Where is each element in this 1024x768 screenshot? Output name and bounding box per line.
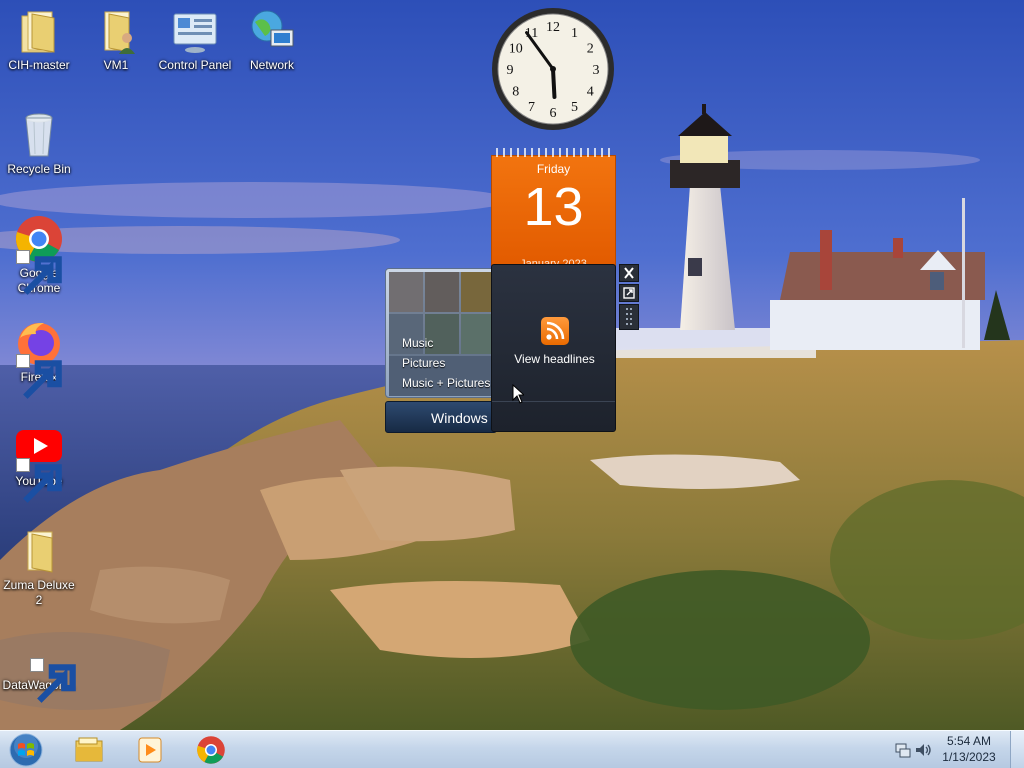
desktop-icon-label: VM1	[103, 58, 129, 72]
media-player-icon	[138, 737, 162, 763]
clock-hour-hand	[551, 67, 557, 99]
media-menu: Music Pictures Music + Pictures	[402, 333, 490, 393]
control-panel-icon	[173, 13, 217, 53]
view-headlines-link[interactable]: View headlines	[492, 352, 617, 366]
calendar-page: Friday 13 January 2023	[491, 155, 616, 270]
media-brand: Windows	[385, 401, 497, 433]
clock-numeral: 8	[512, 85, 519, 100]
desktop-icon-recycle-bin[interactable]: Recycle Bin	[1, 110, 77, 177]
clock-numeral: 3	[593, 63, 600, 78]
resize-icon	[623, 287, 635, 299]
taskbar-media-player[interactable]	[123, 733, 177, 767]
desktop-icon-label: Recycle Bin	[7, 162, 71, 176]
desktop-icon-zuma-deluxe-2[interactable]: Zuma Deluxe 2	[1, 526, 77, 608]
taskbar: 5:54 AM 1/13/2023	[0, 730, 1024, 768]
network-icon	[251, 10, 294, 47]
mouse-cursor-icon	[512, 384, 524, 404]
system-tray: 5:54 AM 1/13/2023	[884, 731, 1024, 768]
desktop-icon-datawagon[interactable]: DataWagon...	[0, 640, 78, 703]
media-menu-pictures[interactable]: Pictures	[402, 353, 490, 373]
shortcut-arrow-icon	[16, 458, 62, 503]
taskbar-file-explorer[interactable]	[62, 733, 116, 767]
gadget-size-button[interactable]	[619, 284, 639, 302]
desktop-icon-youtube[interactable]: YouTube	[1, 422, 77, 503]
chrome-icon	[197, 736, 225, 764]
clock-numeral: 5	[571, 100, 578, 115]
clock-numeral: 2	[587, 42, 594, 57]
gadget-close-button[interactable]	[619, 264, 639, 282]
calendar-rings	[491, 145, 616, 159]
feed-headlines-gadget[interactable]: View headlines	[491, 264, 616, 432]
desktop-icon-vm1[interactable]: VM1	[78, 6, 154, 73]
gadget-drag-handle[interactable]	[619, 304, 639, 330]
start-button[interactable]	[4, 732, 48, 768]
media-menu-music-pictures[interactable]: Music + Pictures	[402, 373, 490, 393]
clock-date[interactable]: 1/13/2023	[934, 750, 1004, 764]
clock-face: 12 1234567891011	[492, 8, 614, 130]
recycle-bin-icon	[25, 113, 53, 157]
desktop-icon-firefox[interactable]: Firefox	[1, 318, 77, 399]
clock-numeral: 1	[571, 26, 578, 41]
clock-numeral: 6	[550, 106, 557, 121]
desktop-icon-label: CIH-master	[8, 58, 70, 72]
clock-gadget[interactable]: 12 1 2 3 4 5 6 7 8 9 10 11	[490, 6, 616, 132]
close-icon	[624, 267, 634, 279]
desktop-icon-control-panel[interactable]: Control Panel	[155, 6, 235, 73]
media-center-gadget[interactable]: Music Pictures Music + Pictures Windows	[385, 268, 497, 434]
show-desktop-button[interactable]	[1010, 731, 1024, 768]
clock-numeral: 4	[587, 85, 594, 100]
desktop-icon-label: Network	[249, 58, 294, 72]
clock-numeral: 10	[509, 42, 523, 57]
grip-icon	[626, 308, 632, 325]
desktop-icon-network[interactable]: Network	[234, 6, 310, 73]
shortcut-icon	[30, 658, 76, 703]
clock-numeral: 9	[507, 63, 514, 78]
desktop-icon-label: Zuma Deluxe 2	[3, 578, 75, 607]
shortcut-arrow-icon	[16, 250, 62, 295]
rss-icon	[541, 317, 569, 345]
clock-numeral: 12	[546, 20, 560, 35]
clock-numeral: 7	[528, 100, 535, 115]
calendar-gadget[interactable]: Friday 13 January 2023	[491, 145, 616, 270]
clock-time[interactable]: 5:54 AM	[940, 734, 998, 748]
media-panel: Music Pictures Music + Pictures	[385, 268, 497, 398]
desktop-icon-label: Control Panel	[158, 58, 232, 72]
desktop-icon-cih-master[interactable]: CIH-master	[1, 6, 77, 73]
folder-icon	[27, 531, 53, 573]
file-explorer-icon	[75, 737, 103, 762]
desktop-icon-google-chrome[interactable]: Google Chrome	[1, 214, 77, 296]
volume-icon[interactable]	[914, 741, 932, 759]
windows-orb-icon	[9, 733, 43, 767]
network-tray-icon[interactable]	[894, 741, 912, 759]
taskbar-google-chrome[interactable]	[184, 733, 238, 767]
calendar-weekday: Friday	[536, 162, 571, 176]
shortcut-arrow-icon	[16, 354, 62, 399]
media-menu-music[interactable]: Music	[402, 333, 490, 353]
calendar-day: 13	[523, 177, 584, 237]
feed-footer	[492, 401, 615, 431]
folder-icon	[21, 11, 55, 53]
user-folder-icon	[104, 11, 135, 54]
gadget-controls	[619, 264, 639, 332]
